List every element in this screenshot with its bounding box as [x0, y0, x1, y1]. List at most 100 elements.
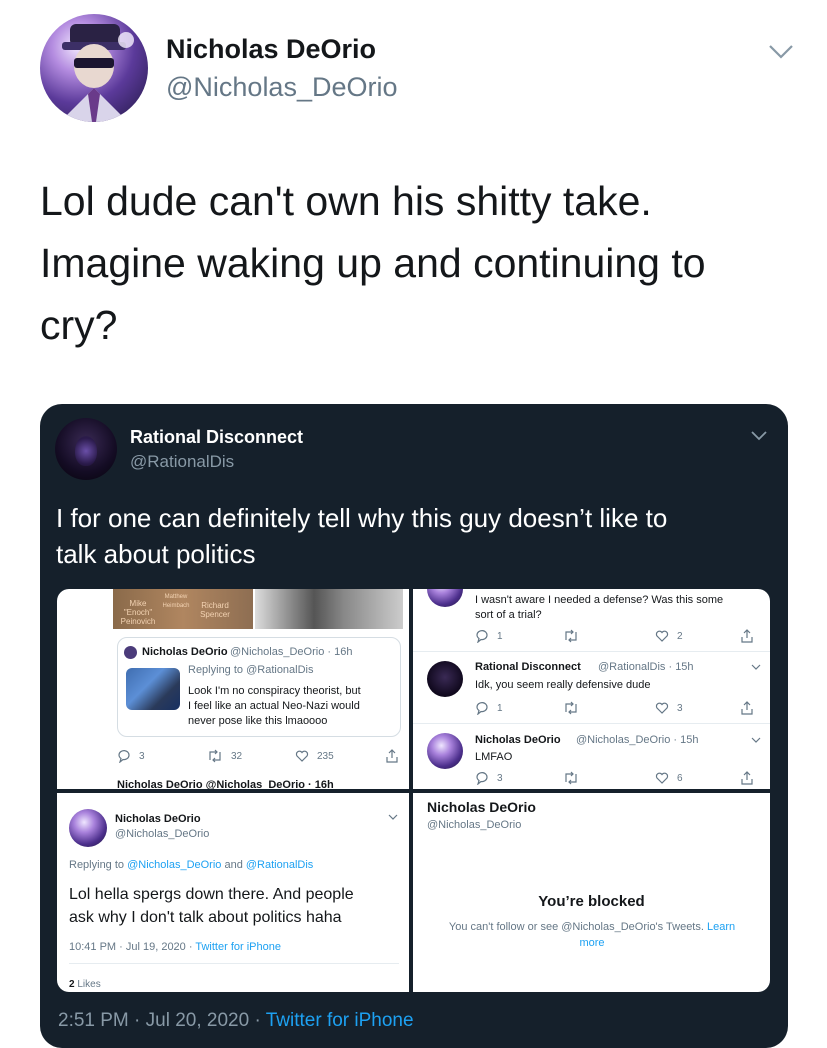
likes-count[interactable]: 2 Likes [69, 979, 101, 990]
avatar [427, 733, 463, 769]
reply-author-name[interactable]: Rational Disconnect [475, 661, 581, 673]
like-count: 2 [677, 630, 683, 642]
avatar-illustration-icon [60, 24, 134, 122]
screenshot-panel-tweet-detail: Nicholas DeOrio @Nicholas_DeOrio Replyin… [57, 793, 409, 992]
action-row: 1 2 [475, 629, 760, 645]
embedded-tweet-card[interactable]: Rational Disconnect @RationalDis I for o… [40, 404, 788, 1048]
like-button[interactable]: 3 [655, 701, 683, 715]
quoted-photo [126, 668, 180, 710]
quoted-author-meta: @Nicholas_DeOrio · 16h [230, 646, 353, 658]
avatar [427, 589, 463, 607]
thread-text-line: I wasn't aware I needed a defense? Was t… [475, 594, 724, 606]
replying-to: Replying to @RationalDis [188, 664, 314, 676]
mention-link[interactable]: @Nicholas_DeOrio [127, 859, 221, 871]
tweet-text-line: Lol hella spergs down there. And people [69, 886, 354, 903]
screenshot-panel-quote: Mike "Enoch" Peinovich Matthew Heimbach … [57, 589, 409, 789]
avatar[interactable] [40, 14, 148, 122]
tweet-time: 2:51 PM · Jul 20, 2020 · [58, 1010, 266, 1031]
like-button[interactable]: 6 [655, 771, 683, 785]
retweet-button[interactable]: 32 [207, 749, 242, 763]
quoted-text: Look I'm no conspiracy theorist, but I f… [188, 684, 361, 729]
thread-text-line: sort of a trial? [475, 609, 542, 621]
like-count: 3 [677, 702, 683, 714]
share-button[interactable] [740, 771, 754, 785]
reply-button[interactable]: 1 [475, 701, 503, 715]
action-row: 3 6 [475, 771, 760, 787]
tweet-text-line: talk about politics [56, 539, 256, 569]
reply-text: Idk, you seem really defensive dude [475, 679, 651, 691]
likes-label: Likes [77, 979, 101, 990]
author-handle[interactable]: @Nicholas_DeOrio [166, 72, 398, 103]
reply-text: LMFAO [475, 751, 513, 763]
heart-icon [655, 772, 669, 784]
heart-icon [655, 702, 669, 714]
like-button[interactable]: 2 [655, 629, 683, 643]
reply-button[interactable]: 3 [117, 749, 145, 763]
chevron-down-icon[interactable] [387, 811, 399, 823]
retweet-button[interactable] [563, 701, 579, 715]
avatar [69, 809, 107, 847]
quoted-text-line: never pose like this lmaoooo [188, 715, 328, 727]
quoted-tweet[interactable]: Nicholas DeOrio @Nicholas_DeOrio · 16h R… [117, 637, 401, 737]
replying-to: Replying to @Nicholas_DeOrio and @Ration… [69, 859, 313, 871]
screenshot-grid: Mike "Enoch" Peinovich Matthew Heimbach … [57, 589, 770, 992]
author-name[interactable]: Nicholas DeOrio [166, 34, 376, 65]
photo-label: Mike "Enoch" Peinovich [120, 599, 156, 626]
learn-more-link[interactable]: more [579, 937, 604, 949]
like-button[interactable]: 235 [295, 749, 334, 763]
blocked-message: You can't follow or see @Nicholas_DeOrio… [427, 919, 757, 951]
chevron-down-icon[interactable] [766, 36, 796, 66]
photo-strip: Mike "Enoch" Peinovich Matthew Heimbach … [113, 589, 403, 629]
share-button[interactable] [385, 749, 399, 763]
tweet-text-line: Imagine waking up and continuing to [40, 240, 706, 286]
divider [69, 963, 399, 964]
profile-handle: @Nicholas_DeOrio [427, 819, 522, 831]
embedded-author-name[interactable]: Rational Disconnect [130, 427, 303, 448]
retweet-button[interactable] [563, 771, 579, 785]
share-icon [741, 629, 753, 643]
photo-label: Matthew Heimbach [162, 594, 190, 609]
reply-icon [118, 750, 130, 763]
embedded-tweet-text: I for one can definitely tell why this g… [56, 500, 776, 572]
mention-link[interactable]: @RationalDis [246, 859, 313, 871]
detail-author-handle[interactable]: @Nicholas_DeOrio [115, 828, 209, 840]
like-count: 235 [317, 750, 334, 762]
retweet-icon [565, 701, 577, 715]
avatar [124, 646, 137, 659]
reply-count: 3 [497, 772, 503, 784]
retweet-icon [565, 771, 577, 785]
tweet-text-line: I for one can definitely tell why this g… [56, 503, 668, 533]
blocked-message-text: You can't follow or see @Nicholas_DeOrio… [448, 921, 707, 933]
detail-author-name[interactable]: Nicholas DeOrio [115, 813, 201, 825]
share-button[interactable] [740, 701, 754, 715]
reply-button[interactable]: 1 [475, 629, 503, 643]
action-row: 1 3 [475, 701, 760, 717]
chevron-down-icon[interactable] [750, 661, 762, 673]
reply-author-name[interactable]: Nicholas DeOrio [475, 734, 561, 746]
embedded-author-handle[interactable]: @RationalDis [130, 452, 234, 472]
avatar[interactable] [55, 418, 117, 480]
retweet-icon [209, 749, 221, 763]
photo-label: Richard Spencer [200, 601, 230, 619]
chevron-down-icon[interactable] [750, 734, 762, 746]
embedded-tweet-footer: 2:51 PM · Jul 20, 2020 · Twitter for iPh… [58, 1010, 414, 1032]
tweet-text-line: cry? [40, 302, 118, 348]
retweet-count: 32 [231, 750, 243, 762]
reply-count: 1 [497, 630, 503, 642]
cut-off-tweet-line: Nicholas DeOrio @Nicholas_DeOrio · 16h [117, 779, 334, 789]
heart-icon [295, 750, 309, 762]
tweet-source[interactable]: Twitter for iPhone [195, 941, 281, 953]
chevron-down-icon[interactable] [748, 424, 770, 446]
retweet-button[interactable] [563, 629, 579, 643]
learn-more-link[interactable]: Learn [707, 921, 735, 933]
divider [413, 651, 770, 652]
tweet-source[interactable]: Twitter for iPhone [266, 1010, 414, 1031]
quoted-text-line: Look I'm no conspiracy theorist, but [188, 685, 361, 697]
like-count: 6 [677, 772, 683, 784]
screenshot-panel-thread: I wasn't aware I needed a defense? Was t… [413, 589, 770, 789]
heart-icon [655, 630, 669, 642]
share-button[interactable] [740, 629, 754, 643]
replying-and: and [221, 859, 246, 871]
reply-button[interactable]: 3 [475, 771, 503, 785]
detail-tweet-text: Lol hella spergs down there. And people … [69, 883, 354, 929]
